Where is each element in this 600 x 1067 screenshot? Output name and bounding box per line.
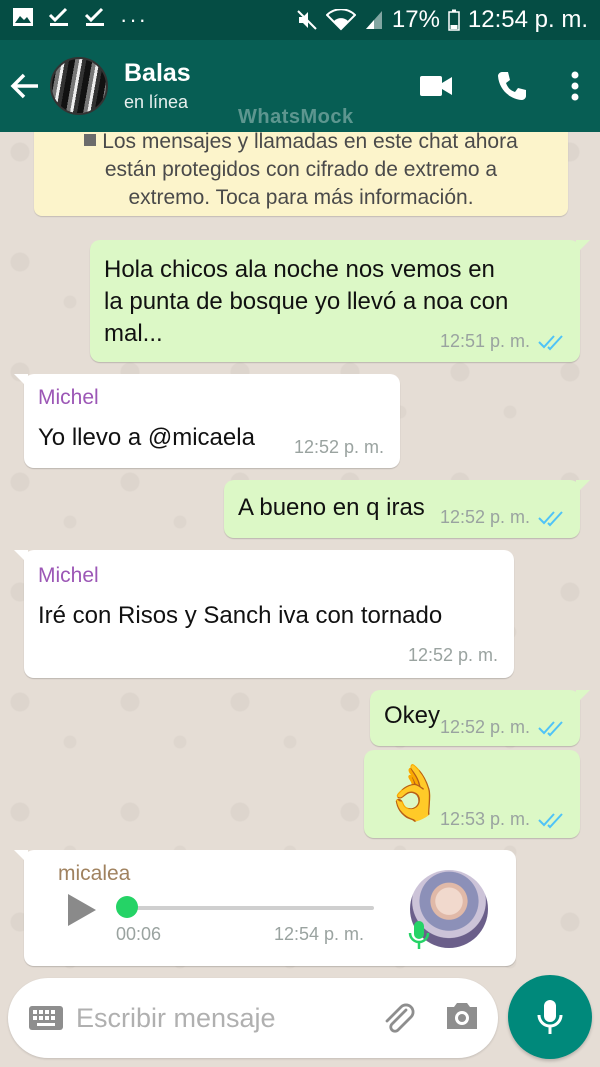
message-time: 12:51 p. m.: [439, 331, 530, 351]
message-text: A bueno en q iras: [238, 494, 425, 521]
notice-line: extremo. Toca para más información.: [128, 186, 474, 209]
avatar[interactable]: [50, 57, 108, 115]
message-time: 12:52 p. m.: [293, 437, 384, 457]
clock: 12:54 p. m.: [467, 6, 588, 33]
sender-name[interactable]: micalea: [58, 862, 130, 886]
keyboard-icon[interactable]: [28, 1005, 64, 1031]
notice-line: Los mensajes y llamadas en este chat aho…: [102, 132, 518, 153]
mic-icon: [537, 1000, 563, 1034]
message-time: 12:52 p. m.: [439, 717, 530, 737]
mute-icon: [296, 9, 318, 31]
message-input-bar[interactable]: Escribir mensaje: [8, 978, 498, 1058]
message-text: la punta de bosque yo llevó a noa con: [104, 288, 509, 315]
message-bubble-incoming[interactable]: Michel Yo llevo a @micaela 12:52 p. m.: [14, 374, 400, 468]
more-vert-icon[interactable]: [550, 40, 600, 132]
message-text: Yo llevo a @micaela: [38, 424, 255, 451]
sender-name[interactable]: Michel: [38, 564, 99, 588]
battery-icon: [448, 9, 460, 31]
chat-title: Balas: [124, 59, 191, 87]
message-time: 12:52 p. m.: [407, 645, 498, 665]
signal-icon: [364, 9, 384, 31]
double-check-icon: [538, 510, 563, 526]
video-call-icon[interactable]: [398, 40, 474, 132]
message-time: 12:53 p. m.: [439, 809, 530, 829]
attach-icon[interactable]: [380, 1000, 416, 1041]
message-bubble-incoming[interactable]: Michel Iré con Risos y Sanch iva con tor…: [14, 550, 514, 678]
more-icon: ···: [120, 7, 148, 32]
notice-line: están protegidos con cifrado de extremo …: [104, 158, 498, 181]
watermark: WhatsMock: [238, 106, 354, 128]
message-bubble-outgoing[interactable]: 👌 12:53 p. m.: [364, 750, 580, 838]
phone-icon[interactable]: [474, 40, 550, 132]
audio-duration: 00:06: [116, 924, 162, 944]
status-bar: ··· 17% 12:54 p. m.: [0, 0, 600, 40]
chat-title-block[interactable]: Balas en línea: [124, 59, 191, 113]
message-bubble-outgoing[interactable]: Okey 12:52 p. m.: [370, 690, 590, 746]
back-arrow-icon[interactable]: [0, 40, 50, 132]
message-text: Hola chicos ala noche nos vemos en: [104, 256, 495, 283]
check-icon: [48, 7, 70, 33]
double-check-icon: [538, 334, 563, 350]
audio-progress-thumb[interactable]: [116, 896, 138, 918]
chat-area[interactable]: Los mensajes y llamadas en este chat aho…: [0, 132, 600, 974]
message-input[interactable]: Escribir mensaje: [76, 1003, 276, 1034]
message-bubble-outgoing[interactable]: A bueno en q iras 12:52 p. m.: [224, 480, 590, 538]
sender-name[interactable]: Michel: [38, 386, 99, 410]
message-text: Iré con Risos y Sanch iva con tornado: [38, 602, 443, 629]
mic-button[interactable]: [508, 975, 592, 1059]
message-text: Okey: [384, 702, 441, 729]
image-icon: [12, 7, 34, 33]
check-icon: [84, 7, 106, 33]
lock-icon: [84, 134, 97, 146]
battery-level: 17%: [391, 6, 440, 33]
message-time: 12:54 p. m.: [274, 924, 365, 944]
play-icon[interactable]: [64, 892, 100, 935]
encryption-notice[interactable]: Los mensajes y llamadas en este chat aho…: [34, 132, 568, 216]
wifi-icon: [325, 9, 356, 31]
audio-progress-track[interactable]: [124, 906, 374, 910]
voice-message-incoming[interactable]: micalea 00:06 12:54 p. m.: [14, 850, 516, 966]
online-status: en línea: [124, 92, 189, 112]
message-bubble-outgoing[interactable]: Hola chicos ala noche nos vemos en la pu…: [90, 240, 590, 362]
double-check-icon: [538, 812, 563, 828]
camera-icon[interactable]: [444, 1000, 480, 1037]
message-time: 12:52 p. m.: [439, 507, 530, 527]
double-check-icon: [538, 720, 563, 736]
ok-hand-emoji: 👌: [380, 763, 448, 823]
mic-icon: [408, 920, 430, 957]
